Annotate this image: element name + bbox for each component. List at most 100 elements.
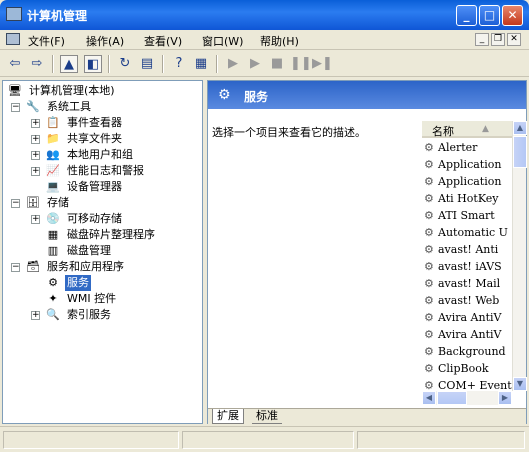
gear-icon: ⚙ [424, 345, 434, 358]
gear-icon: ⚙ [424, 277, 434, 290]
console-tree: 🖥 计算机管理(本地) − 🔧 系统工具 + 📋 事件查看器 + 📁 共享文件夹… [2, 80, 203, 424]
vertical-scrollbar[interactable]: ▲ ▼ [512, 121, 527, 391]
back-arrow-icon[interactable]: ⇦ [6, 55, 24, 73]
defrag-icon: ▦ [47, 228, 59, 241]
gear-icon: ⚙ [424, 328, 434, 341]
collapse-icon[interactable]: − [11, 103, 20, 112]
pause-service-icon[interactable]: ❚❚ [290, 55, 312, 73]
minimize-button[interactable]: _ [456, 5, 477, 26]
performance-icon: 📈 [46, 164, 60, 177]
users-icon: 👥 [46, 148, 60, 161]
status-cell [357, 431, 525, 449]
expand-icon[interactable]: + [31, 311, 40, 320]
gear-icon: ⚙ [424, 158, 434, 171]
properties-icon[interactable]: ▦ [192, 55, 210, 73]
list-item[interactable]: ⚙ Alerter [424, 139, 477, 156]
list-item[interactable]: ⚙ Avira AntiV [424, 326, 501, 343]
title-bar: 计算机管理 _ □ ✕ [0, 0, 529, 30]
menu-view[interactable]: 查看(V) [144, 33, 182, 49]
tab-extended[interactable]: 扩展 [212, 409, 244, 424]
list-item[interactable]: ⚙ COM+ Event [424, 377, 512, 391]
toolbar-separator [216, 55, 218, 73]
column-header-name[interactable]: 名称 ▲ [422, 121, 512, 138]
mmc-icon[interactable] [6, 33, 20, 45]
start-service-icon-2[interactable]: ▶ [246, 55, 264, 73]
mdi-close-icon[interactable]: ✕ [507, 33, 521, 46]
event-viewer-icon: 📋 [46, 116, 60, 129]
scroll-left-icon[interactable]: ◀ [422, 391, 436, 405]
menu-file[interactable]: 文件(F) [28, 33, 65, 49]
gear-icon: ⚙ [424, 311, 434, 324]
tools-icon: 🔧 [26, 100, 40, 113]
horizontal-scrollbar[interactable]: ◀ ▶ [422, 391, 512, 405]
gear-icon: ⚙ [424, 226, 434, 239]
stop-service-icon[interactable]: ■ [268, 55, 286, 73]
menu-window[interactable]: 窗口(W) [202, 33, 243, 49]
expand-icon[interactable]: + [31, 167, 40, 176]
restart-service-icon[interactable]: ▶❚ [312, 55, 333, 73]
view-tabs: 扩展 标准 [208, 408, 526, 424]
expand-icon[interactable]: + [31, 135, 40, 144]
list-item[interactable]: ⚙ Application [424, 156, 501, 173]
expand-icon[interactable]: + [31, 215, 40, 224]
mdi-minimize-icon[interactable]: _ [475, 33, 489, 46]
start-service-icon[interactable]: ▶ [224, 55, 242, 73]
gear-icon: ⚙ [424, 192, 434, 205]
menu-bar: 文件(F) 操作(A) 查看(V) 窗口(W) 帮助(H) _ ❐ ✕ [0, 30, 529, 50]
scroll-down-icon[interactable]: ▼ [513, 377, 527, 391]
status-cell [3, 431, 179, 449]
close-button[interactable]: ✕ [502, 5, 523, 26]
gear-icon: ⚙ [424, 260, 434, 273]
gear-icon: ⚙ [424, 379, 434, 391]
computer-management-icon [6, 7, 22, 21]
expand-icon[interactable]: + [31, 119, 40, 128]
list-item[interactable]: ⚙ avast! iAVS [424, 258, 502, 275]
expand-icon[interactable]: + [31, 151, 40, 160]
maximize-button[interactable]: □ [479, 5, 500, 26]
list-item[interactable]: ⚙ avast! Anti [424, 241, 498, 258]
list-item[interactable]: ⚙ avast! Mail [424, 275, 500, 292]
gear-icon: ⚙ [424, 175, 434, 188]
show-tree-icon[interactable]: ◧ [84, 55, 102, 73]
menu-help[interactable]: 帮助(H) [260, 33, 299, 49]
status-cell [182, 431, 354, 449]
list-item[interactable]: ⚙ Avira AntiV [424, 309, 501, 326]
scroll-up-icon[interactable]: ▲ [513, 121, 527, 135]
gear-icon: ⚙ [424, 243, 434, 256]
up-folder-icon[interactable]: ▲ [60, 55, 78, 73]
list-item[interactable]: ⚙ ClipBook [424, 360, 489, 377]
scroll-thumb-horizontal[interactable] [437, 391, 467, 405]
tab-standard[interactable]: 标准 [252, 409, 282, 424]
refresh-icon[interactable]: ↻ [116, 55, 134, 73]
help-icon[interactable]: ? [170, 55, 188, 73]
collapse-icon[interactable]: − [11, 263, 20, 272]
list-item[interactable]: ⚙ avast! Web [424, 292, 499, 309]
details-header: ⚙ 服务 [208, 81, 526, 109]
gear-icon: ⚙ [424, 209, 434, 222]
toolbar: ⇦ ⇨ ▲ ◧ ↻ ▤ ? ▦ ▶ ▶ ■ ❚❚ ▶❚ [0, 51, 529, 77]
menu-action[interactable]: 操作(A) [86, 33, 124, 49]
list-item[interactable]: ⚙ ATI Smart [424, 207, 495, 224]
list-item[interactable]: ⚙ Automatic U [424, 224, 508, 241]
list-item[interactable]: ⚙ Background [424, 343, 506, 360]
sort-ascending-icon: ▲ [482, 124, 489, 134]
list-item[interactable]: ⚙ Application [424, 173, 501, 190]
export-list-icon[interactable]: ▤ [138, 55, 156, 73]
mdi-restore-icon[interactable]: ❐ [491, 33, 505, 46]
gear-icon: ⚙ [424, 294, 434, 307]
forward-arrow-icon[interactable]: ⇨ [28, 55, 46, 73]
description-text: 选择一个项目来查看它的描述。 [212, 126, 366, 139]
details-title: 服务 [244, 90, 269, 104]
gear-icon: ⚙ [424, 362, 434, 375]
services-icon: ⚙ [48, 276, 58, 289]
scroll-right-icon[interactable]: ▶ [498, 391, 512, 405]
services-header-icon: ⚙ [218, 87, 231, 103]
list-item[interactable]: ⚙ Ati HotKey [424, 190, 498, 207]
collapse-icon[interactable]: − [11, 199, 20, 208]
storage-icon: 🗄 [26, 196, 40, 209]
computer-icon: 🖥 [8, 84, 22, 97]
toolbar-separator [52, 55, 54, 73]
index-service-icon: 🔍 [46, 308, 60, 321]
disk-management-icon: ▥ [47, 244, 59, 257]
scroll-thumb[interactable] [513, 136, 527, 168]
